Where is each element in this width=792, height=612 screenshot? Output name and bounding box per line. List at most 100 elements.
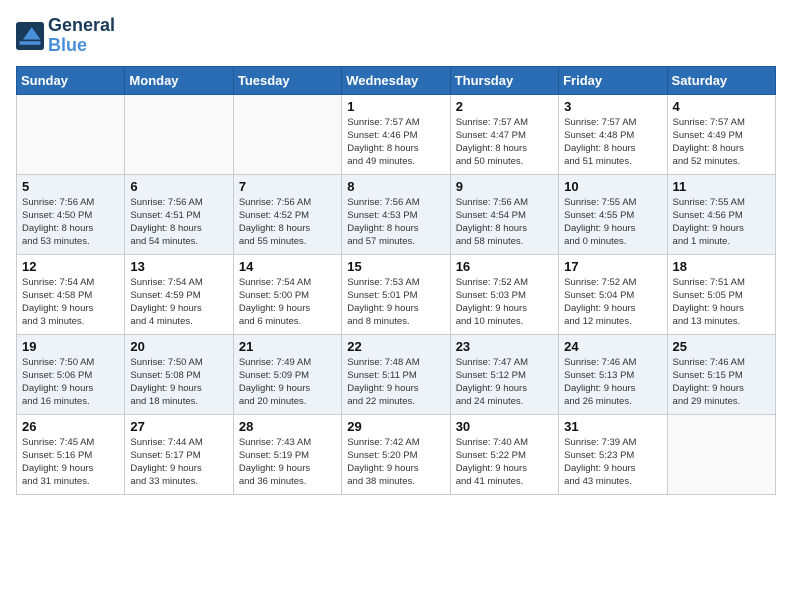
day-info: Sunrise: 7:45 AM Sunset: 5:16 PM Dayligh… <box>22 436 119 489</box>
day-info: Sunrise: 7:46 AM Sunset: 5:13 PM Dayligh… <box>564 356 661 409</box>
day-number: 18 <box>673 259 770 274</box>
calendar-cell: 30 Sunrise: 7:40 AM Sunset: 5:22 PM Dayli… <box>450 414 558 494</box>
day-number: 27 <box>130 419 227 434</box>
day-number: 6 <box>130 179 227 194</box>
calendar-cell: 21 Sunrise: 7:49 AM Sunset: 5:09 PM Dayli… <box>233 334 341 414</box>
calendar-cell: 3Sunrise: 7:57 AM Sunset: 4:48 PM Daylig… <box>559 94 667 174</box>
calendar-cell: 31Sunrise: 7:39 AM Sunset: 5:23 PM Dayli… <box>559 414 667 494</box>
calendar-cell: 18 Sunrise: 7:51 AM Sunset: 5:05 PM Dayli… <box>667 254 775 334</box>
calendar-cell <box>233 94 341 174</box>
day-number: 2 <box>456 99 553 114</box>
calendar-cell: 11 Sunrise: 7:55 AM Sunset: 4:56 PM Dayli… <box>667 174 775 254</box>
day-info: Sunrise: 7:57 AM Sunset: 4:47 PM Dayligh… <box>456 116 553 169</box>
day-number: 4 <box>673 99 770 114</box>
day-info: Sunrise: 7:48 AM Sunset: 5:11 PM Dayligh… <box>347 356 444 409</box>
day-number: 17 <box>564 259 661 274</box>
calendar-cell: 24 Sunrise: 7:46 AM Sunset: 5:13 PM Dayli… <box>559 334 667 414</box>
calendar-cell <box>125 94 233 174</box>
day-number: 13 <box>130 259 227 274</box>
day-info: Sunrise: 7:56 AM Sunset: 4:51 PM Dayligh… <box>130 196 227 249</box>
day-number: 1 <box>347 99 444 114</box>
weekday-header-sunday: Sunday <box>17 66 125 94</box>
day-info: Sunrise: 7:42 AM Sunset: 5:20 PM Dayligh… <box>347 436 444 489</box>
day-info: Sunrise: 7:54 AM Sunset: 5:00 PM Dayligh… <box>239 276 336 329</box>
day-number: 20 <box>130 339 227 354</box>
day-info: Sunrise: 7:50 AM Sunset: 5:08 PM Dayligh… <box>130 356 227 409</box>
day-info: Sunrise: 7:55 AM Sunset: 4:56 PM Dayligh… <box>673 196 770 249</box>
calendar-cell: 2 Sunrise: 7:57 AM Sunset: 4:47 PM Daylig… <box>450 94 558 174</box>
day-number: 21 <box>239 339 336 354</box>
day-info: Sunrise: 7:52 AM Sunset: 5:04 PM Dayligh… <box>564 276 661 329</box>
calendar-cell: 17 Sunrise: 7:52 AM Sunset: 5:04 PM Dayli… <box>559 254 667 334</box>
logo-icon <box>16 22 44 50</box>
day-info: Sunrise: 7:50 AM Sunset: 5:06 PM Dayligh… <box>22 356 119 409</box>
calendar-cell <box>17 94 125 174</box>
day-info: Sunrise: 7:56 AM Sunset: 4:54 PM Dayligh… <box>456 196 553 249</box>
day-number: 10 <box>564 179 661 194</box>
day-number: 24 <box>564 339 661 354</box>
weekday-header-thursday: Thursday <box>450 66 558 94</box>
day-number: 19 <box>22 339 119 354</box>
calendar-cell: 22 Sunrise: 7:48 AM Sunset: 5:11 PM Dayli… <box>342 334 450 414</box>
page-header: General Blue <box>16 16 776 56</box>
calendar-cell: 1 Sunrise: 7:57 AM Sunset: 4:46 PM Daylig… <box>342 94 450 174</box>
calendar-cell: 19 Sunrise: 7:50 AM Sunset: 5:06 PM Dayli… <box>17 334 125 414</box>
day-info: Sunrise: 7:44 AM Sunset: 5:17 PM Dayligh… <box>130 436 227 489</box>
calendar-cell: 13 Sunrise: 7:54 AM Sunset: 4:59 PM Dayli… <box>125 254 233 334</box>
day-number: 22 <box>347 339 444 354</box>
weekday-header-friday: Friday <box>559 66 667 94</box>
day-number: 8 <box>347 179 444 194</box>
week-row-1: 1 Sunrise: 7:57 AM Sunset: 4:46 PM Daylig… <box>17 94 776 174</box>
day-info: Sunrise: 7:56 AM Sunset: 4:53 PM Dayligh… <box>347 196 444 249</box>
day-info: Sunrise: 7:57 AM Sunset: 4:49 PM Dayligh… <box>673 116 770 169</box>
day-info: Sunrise: 7:54 AM Sunset: 4:58 PM Dayligh… <box>22 276 119 329</box>
day-info: Sunrise: 7:40 AM Sunset: 5:22 PM Dayligh… <box>456 436 553 489</box>
day-number: 30 <box>456 419 553 434</box>
day-info: Sunrise: 7:54 AM Sunset: 4:59 PM Dayligh… <box>130 276 227 329</box>
day-number: 23 <box>456 339 553 354</box>
week-row-5: 26Sunrise: 7:45 AM Sunset: 5:16 PM Dayli… <box>17 414 776 494</box>
calendar-cell: 27 Sunrise: 7:44 AM Sunset: 5:17 PM Dayli… <box>125 414 233 494</box>
day-number: 3 <box>564 99 661 114</box>
day-number: 15 <box>347 259 444 274</box>
day-info: Sunrise: 7:56 AM Sunset: 4:52 PM Dayligh… <box>239 196 336 249</box>
calendar-cell: 23 Sunrise: 7:47 AM Sunset: 5:12 PM Dayli… <box>450 334 558 414</box>
day-info: Sunrise: 7:51 AM Sunset: 5:05 PM Dayligh… <box>673 276 770 329</box>
calendar-cell: 5 Sunrise: 7:56 AM Sunset: 4:50 PM Daylig… <box>17 174 125 254</box>
day-info: Sunrise: 7:52 AM Sunset: 5:03 PM Dayligh… <box>456 276 553 329</box>
logo-text: General Blue <box>48 16 115 56</box>
logo: General Blue <box>16 16 115 56</box>
calendar-cell: 29Sunrise: 7:42 AM Sunset: 5:20 PM Dayli… <box>342 414 450 494</box>
day-info: Sunrise: 7:39 AM Sunset: 5:23 PM Dayligh… <box>564 436 661 489</box>
day-number: 7 <box>239 179 336 194</box>
day-number: 9 <box>456 179 553 194</box>
week-row-4: 19 Sunrise: 7:50 AM Sunset: 5:06 PM Dayli… <box>17 334 776 414</box>
week-row-2: 5 Sunrise: 7:56 AM Sunset: 4:50 PM Daylig… <box>17 174 776 254</box>
day-number: 5 <box>22 179 119 194</box>
calendar-cell: 15Sunrise: 7:53 AM Sunset: 5:01 PM Dayli… <box>342 254 450 334</box>
calendar-cell: 12 Sunrise: 7:54 AM Sunset: 4:58 PM Dayli… <box>17 254 125 334</box>
calendar-cell: 6 Sunrise: 7:56 AM Sunset: 4:51 PM Daylig… <box>125 174 233 254</box>
calendar-cell: 8 Sunrise: 7:56 AM Sunset: 4:53 PM Daylig… <box>342 174 450 254</box>
calendar-cell: 16 Sunrise: 7:52 AM Sunset: 5:03 PM Dayli… <box>450 254 558 334</box>
calendar-cell <box>667 414 775 494</box>
calendar-cell: 26Sunrise: 7:45 AM Sunset: 5:16 PM Dayli… <box>17 414 125 494</box>
day-number: 12 <box>22 259 119 274</box>
calendar-cell: 10 Sunrise: 7:55 AM Sunset: 4:55 PM Dayli… <box>559 174 667 254</box>
day-info: Sunrise: 7:56 AM Sunset: 4:50 PM Dayligh… <box>22 196 119 249</box>
day-number: 11 <box>673 179 770 194</box>
day-info: Sunrise: 7:57 AM Sunset: 4:46 PM Dayligh… <box>347 116 444 169</box>
day-info: Sunrise: 7:47 AM Sunset: 5:12 PM Dayligh… <box>456 356 553 409</box>
day-number: 14 <box>239 259 336 274</box>
day-info: Sunrise: 7:43 AM Sunset: 5:19 PM Dayligh… <box>239 436 336 489</box>
weekday-header-monday: Monday <box>125 66 233 94</box>
weekday-header-tuesday: Tuesday <box>233 66 341 94</box>
calendar-cell: 7 Sunrise: 7:56 AM Sunset: 4:52 PM Daylig… <box>233 174 341 254</box>
day-info: Sunrise: 7:49 AM Sunset: 5:09 PM Dayligh… <box>239 356 336 409</box>
day-info: Sunrise: 7:55 AM Sunset: 4:55 PM Dayligh… <box>564 196 661 249</box>
calendar-cell: 9 Sunrise: 7:56 AM Sunset: 4:54 PM Daylig… <box>450 174 558 254</box>
calendar-cell: 25Sunrise: 7:46 AM Sunset: 5:15 PM Dayli… <box>667 334 775 414</box>
day-number: 25 <box>673 339 770 354</box>
day-number: 16 <box>456 259 553 274</box>
weekday-header-saturday: Saturday <box>667 66 775 94</box>
